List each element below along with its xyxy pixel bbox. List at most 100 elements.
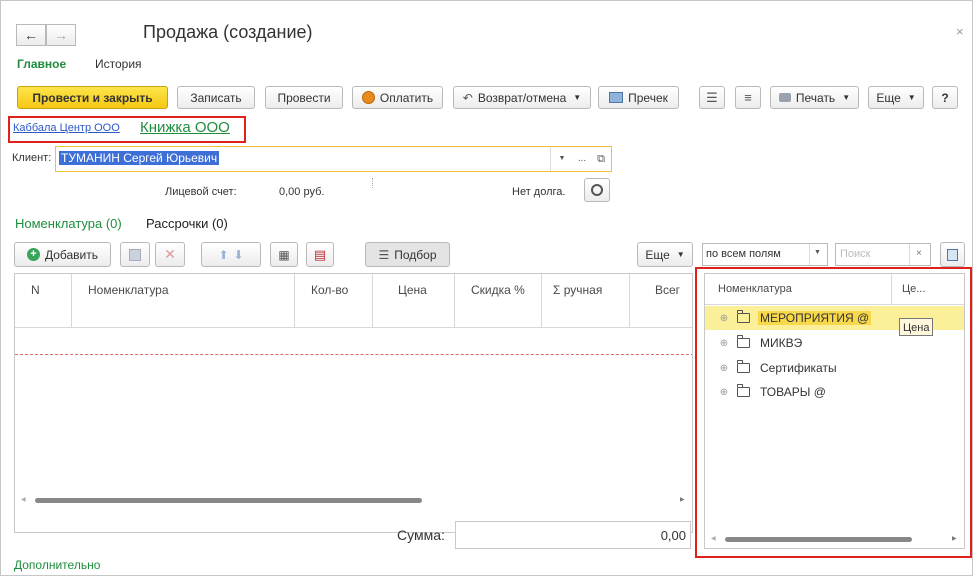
- document-icon: ≡: [744, 90, 752, 105]
- table-more-label: Еще: [645, 247, 670, 262]
- column-separator: [629, 274, 630, 328]
- list-view-button[interactable]: ☰: [699, 86, 725, 109]
- print-label: Печать: [795, 90, 836, 105]
- more-button[interactable]: Еще ▼: [868, 86, 924, 109]
- column-header-nomenclature[interactable]: Номенклатура: [88, 283, 169, 297]
- client-label: Клиент:: [12, 152, 52, 164]
- search-mode-select[interactable]: по всем полям ▼: [702, 243, 828, 266]
- help-label: ?: [941, 90, 949, 105]
- add-button[interactable]: + Добавить: [14, 242, 111, 267]
- highlight-tree-panel: [695, 267, 972, 558]
- move-buttons[interactable]: ⬆ ⬇: [201, 242, 261, 267]
- sum-value: 0,00: [660, 528, 686, 543]
- tab-main[interactable]: Главное: [17, 57, 66, 71]
- account-divider: [372, 178, 373, 188]
- post-and-close-button[interactable]: Провести и закрыть: [17, 86, 168, 109]
- delete-button[interactable]: ✕: [155, 242, 185, 267]
- receipt-label: Пречек: [628, 90, 668, 105]
- nomenclature-table[interactable]: N Номенклатура Кол-во Цена Скидка % Σ ру…: [14, 273, 693, 533]
- delete-icon: ✕: [164, 246, 176, 262]
- sum-label: Сумма:: [397, 527, 445, 543]
- account-label: Лицевой счет:: [165, 186, 237, 198]
- table-settings-icon: [947, 248, 958, 261]
- column-header-price[interactable]: Цена: [398, 283, 427, 297]
- field-divider: [550, 147, 551, 171]
- search-divider: [909, 244, 910, 265]
- horizontal-scrollbar[interactable]: ◀ ▶: [15, 492, 692, 509]
- receipt-button[interactable]: Пречек: [598, 86, 679, 109]
- column-separator: [294, 274, 295, 328]
- pick-button[interactable]: ☰ Подбор: [365, 242, 450, 267]
- close-button[interactable]: ×: [956, 24, 964, 39]
- scrollbar-thumb[interactable]: [35, 498, 422, 503]
- post-label: Провести: [277, 90, 331, 105]
- copy-icon: [129, 248, 141, 261]
- org-link-kabbala[interactable]: Каббала Центр ООО: [13, 122, 120, 134]
- arrow-left-icon: ←: [24, 27, 38, 43]
- tab-nomenclature[interactable]: Номенклатура (0): [15, 216, 122, 231]
- search-mode-value: по всем полям: [706, 248, 781, 260]
- arrow-up-icon: ⬆: [218, 247, 229, 262]
- table-header: N Номенклатура Кол-во Цена Скидка % Σ ру…: [15, 274, 692, 328]
- column-header-n[interactable]: N: [31, 283, 40, 297]
- plus-circle-icon: +: [26, 248, 40, 261]
- column-header-discount[interactable]: Скидка %: [471, 283, 525, 297]
- scroll-left-icon[interactable]: ◀: [21, 496, 26, 503]
- arrow-down-icon: ⬇: [233, 247, 244, 262]
- back-button[interactable]: ←: [16, 24, 46, 46]
- barcode-search-button[interactable]: ▦: [270, 242, 298, 267]
- sum-field: 0,00: [455, 521, 691, 549]
- coins-icon: [361, 91, 375, 104]
- chevron-down-icon: ▼: [814, 249, 821, 256]
- search-placeholder: Поиск: [840, 248, 871, 260]
- receipt-icon: [609, 92, 624, 103]
- column-separator: [372, 274, 373, 328]
- search-input[interactable]: Поиск ×: [835, 243, 931, 266]
- copy-button[interactable]: [120, 242, 150, 267]
- account-value: 0,00 руб.: [279, 186, 325, 198]
- scroll-right-icon[interactable]: ▶: [680, 496, 685, 503]
- chevron-down-icon: ▼: [842, 93, 851, 102]
- pay-button[interactable]: Оплатить: [352, 86, 443, 109]
- chevron-down-icon: ▼: [907, 93, 916, 102]
- client-open-icon[interactable]: ⧉: [593, 150, 609, 168]
- debt-status: Нет долга.: [512, 186, 566, 198]
- return-arrow-icon: ↶: [462, 90, 473, 105]
- tab-history[interactable]: История: [95, 57, 142, 71]
- barcode-search-icon: ▦: [278, 247, 290, 262]
- forward-button[interactable]: →: [46, 24, 76, 46]
- column-separator: [541, 274, 542, 328]
- document-structure-button[interactable]: ≡: [735, 86, 761, 109]
- table-more-button[interactable]: Еще ▼: [637, 242, 693, 267]
- additional-section-link[interactable]: Дополнительно: [14, 558, 100, 572]
- column-header-manual-sum[interactable]: Σ ручная: [553, 283, 602, 297]
- pick-label: Подбор: [394, 247, 437, 262]
- print-button[interactable]: Печать ▼: [770, 86, 859, 109]
- column-header-quantity[interactable]: Кол-во: [311, 283, 348, 297]
- tab-installments[interactable]: Рассрочки (0): [146, 216, 228, 231]
- debt-search-button[interactable]: [584, 178, 610, 202]
- client-select-button[interactable]: ...: [573, 150, 591, 168]
- column-header-total[interactable]: Всег: [655, 283, 680, 297]
- return-cancel-button[interactable]: ↶ Возврат/отмена ▼: [453, 86, 591, 109]
- insert-position-line: [15, 354, 692, 355]
- org-link-knizhka[interactable]: Книжка ООО: [140, 119, 230, 136]
- arrow-right-icon: →: [54, 27, 68, 43]
- column-separator: [71, 274, 72, 328]
- page-title: Продажа (создание): [143, 22, 313, 42]
- post-button[interactable]: Провести: [265, 86, 343, 109]
- add-label: Добавить: [44, 247, 99, 262]
- search-icon: [591, 184, 603, 196]
- clear-search-icon[interactable]: ×: [916, 248, 922, 259]
- list-icon: ☰: [706, 89, 718, 105]
- table-settings-button[interactable]: [940, 242, 965, 267]
- return-cancel-label: Возврат/отмена: [477, 90, 567, 105]
- pay-label: Оплатить: [379, 90, 434, 105]
- select-divider: [809, 244, 810, 265]
- client-field[interactable]: ТУМАНИН Сергей Юрьевич ▼ ... ⧉: [55, 146, 612, 172]
- barcode-button[interactable]: ▤: [306, 242, 334, 267]
- client-dropdown-icon[interactable]: ▼: [553, 150, 571, 168]
- help-button[interactable]: ?: [932, 86, 958, 109]
- save-button[interactable]: Записать: [177, 86, 255, 109]
- chevron-down-icon: ▼: [676, 250, 685, 259]
